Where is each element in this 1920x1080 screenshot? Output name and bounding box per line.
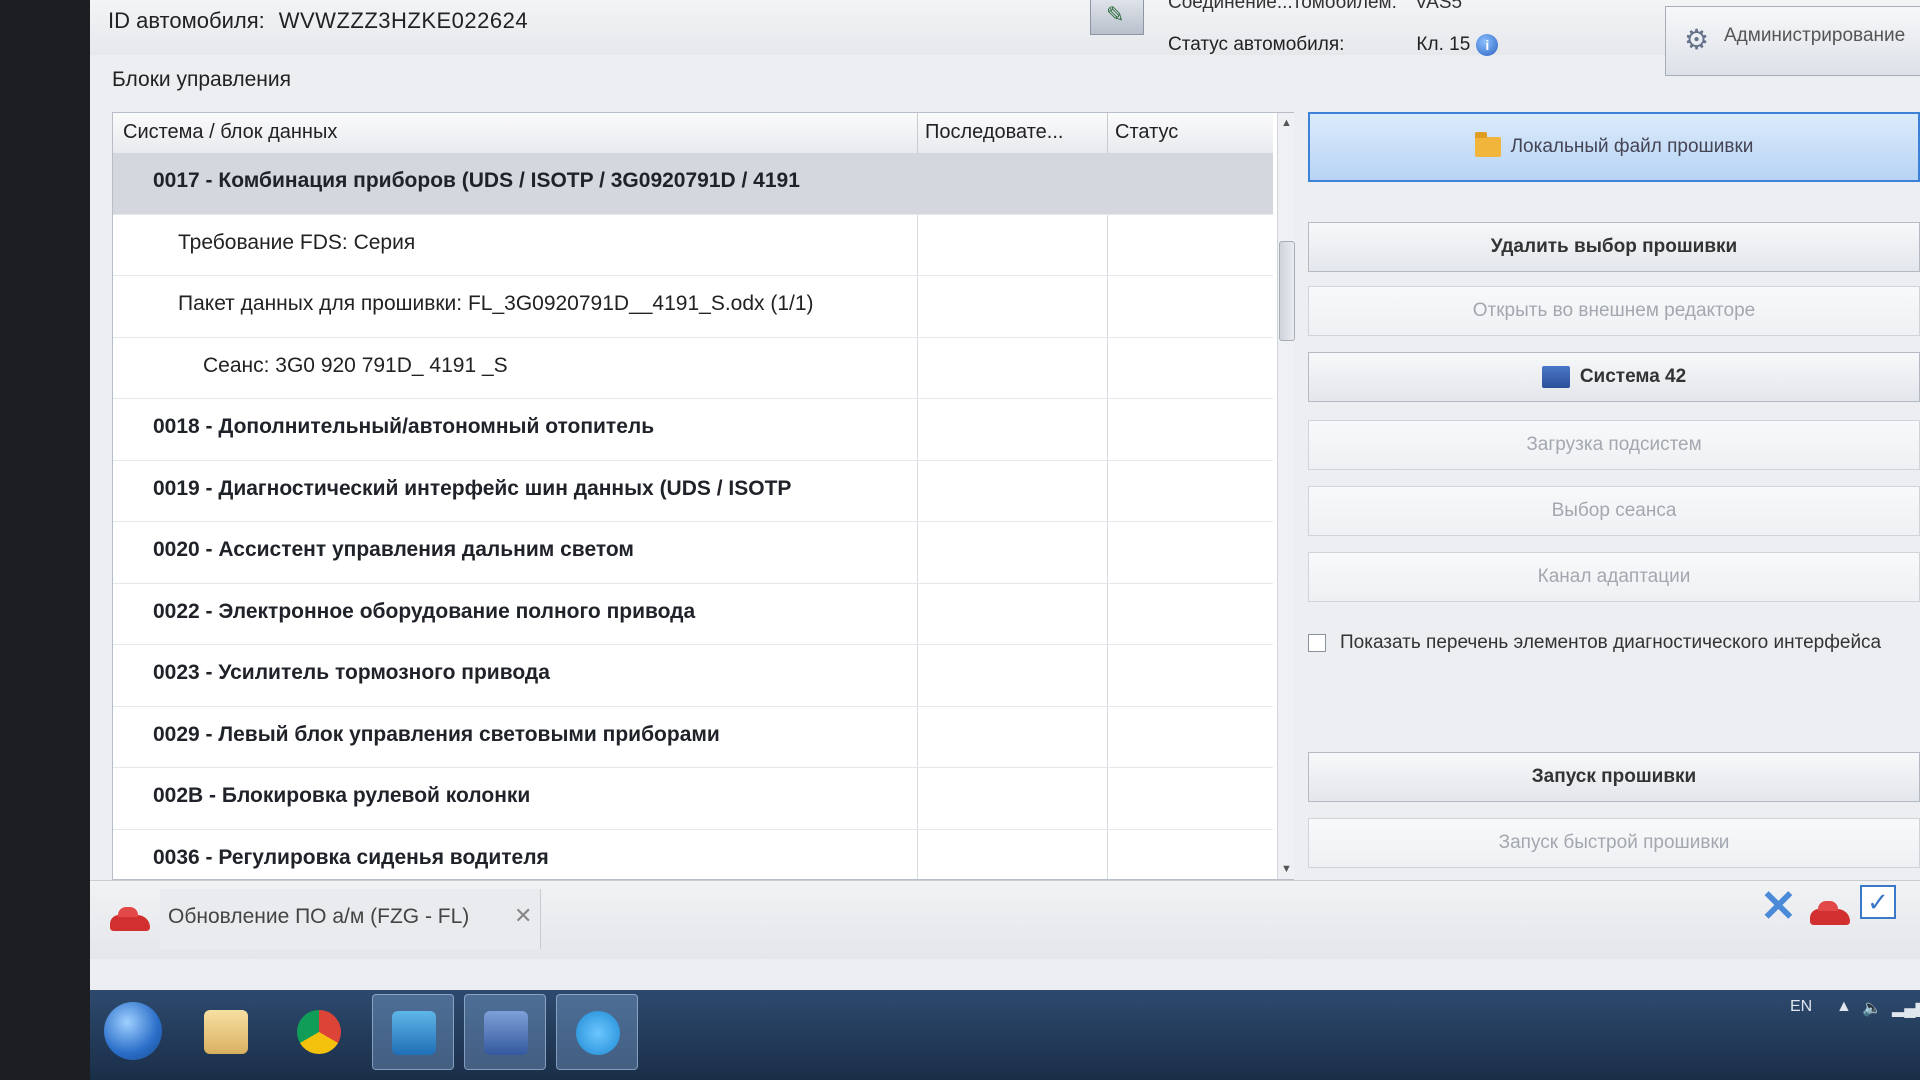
column-divider xyxy=(917,113,918,153)
show-elements-label: Показать перечень элементов диагностичес… xyxy=(1340,632,1882,653)
row-label: 0029 - Левый блок управления световыми п… xyxy=(153,722,720,746)
taskbar-floppy[interactable] xyxy=(464,994,546,1070)
vehicle-id: ID автомобиля: WVWZZZ3HZKE022624 xyxy=(108,8,528,34)
cancel-tool-icon[interactable]: ✕ xyxy=(1760,881,1797,932)
column-header-status[interactable]: Статус xyxy=(1115,121,1265,144)
row-label: 0017 - Комбинация приборов (UDS / ISOTP … xyxy=(153,169,800,192)
edit-button[interactable]: ✎ xyxy=(1090,0,1144,35)
system42-label: Система 42 xyxy=(1579,366,1687,387)
table-row[interactable]: Пакет данных для прошивки: FL_3G0920791D… xyxy=(113,276,1273,338)
vehicle-status: Статус автомобиля: Кл. 15 i xyxy=(1168,34,1499,56)
adaptation-channel-label: Канал адаптации xyxy=(1537,566,1691,587)
start-flash-label: Запуск прошивки xyxy=(1531,766,1697,787)
administration-label: Администрирование xyxy=(1724,25,1906,46)
start-button-icon[interactable] xyxy=(104,1002,162,1060)
app-window: ID автомобиля: WVWZZZ3HZKE022624 ✎ Соедин… xyxy=(90,0,1920,1080)
status-label: Статус автомобиля: xyxy=(1168,34,1345,56)
table-row[interactable]: Требование FDS: Серия xyxy=(113,215,1273,276)
flash-update-tab-label: Обновление ПО а/м (FZG - FL) xyxy=(168,905,470,928)
scroll-thumb[interactable] xyxy=(1279,241,1295,341)
start-quick-flash-label: Запуск быстрой прошивки xyxy=(1498,832,1730,853)
row-label: 0020 - Ассистент управления дальним свет… xyxy=(153,538,634,561)
row-label: Сеанс: 3G0 920 791D_ 4191 _S xyxy=(203,353,508,377)
row-label: 002B - Блокировка рулевой колонки xyxy=(153,784,531,807)
column-header-system[interactable]: Система / блок данных xyxy=(123,121,763,144)
column-divider xyxy=(1107,113,1108,153)
select-session-button[interactable]: Выбор сеанса xyxy=(1308,486,1920,536)
table-row[interactable]: 0020 - Ассистент управления дальним свет… xyxy=(113,522,1273,584)
tray-expand-icon[interactable]: ▲ xyxy=(1836,998,1852,1016)
delete-selection-label: Удалить выбор прошивки xyxy=(1490,236,1738,257)
show-elements-checkbox[interactable] xyxy=(1308,633,1326,652)
table-row[interactable]: 0036 - Регулировка сиденья водителя xyxy=(113,830,1273,880)
vehicle-id-value: WVWZZZ3HZKE022624 xyxy=(278,8,529,33)
vehicle-id-label: ID автомобиля: xyxy=(108,8,265,33)
local-file-label: Локальный файл прошивки xyxy=(1510,136,1754,157)
status-value: Кл. 15 xyxy=(1416,34,1471,56)
table-row[interactable]: 0017 - Комбинация приборов (UDS / ISOTP … xyxy=(113,153,1273,215)
connection-label: Соединение...томобилем: xyxy=(1168,0,1397,13)
row-label: 0023 - Усилитель тормозного привода xyxy=(153,661,550,684)
row-label: Требование FDS: Серия xyxy=(178,230,416,254)
windows-taskbar: EN ▲ 🔈 ▂▄▆ xyxy=(90,990,1920,1080)
connection-value: VAS5 xyxy=(1414,0,1463,13)
info-icon[interactable]: i xyxy=(1476,34,1499,56)
table-row[interactable]: 0018 - Дополнительный/автономный отопите… xyxy=(113,399,1273,461)
folder-icon xyxy=(1474,131,1501,157)
table-row[interactable]: 002B - Блокировка рулевой колонки xyxy=(113,768,1273,830)
row-label: 0018 - Дополнительный/автономный отопите… xyxy=(153,415,655,438)
telegram-icon xyxy=(576,1011,620,1055)
table-row[interactable]: 0023 - Усилитель тормозного привода xyxy=(113,645,1273,707)
adaptation-channel-button[interactable]: Канал адаптации xyxy=(1308,552,1920,602)
system42-button[interactable]: Система 42 xyxy=(1308,352,1920,402)
show-elements-option[interactable]: Показать перечень элементов диагностичес… xyxy=(1308,632,1881,654)
row-label: 0022 - Электронное оборудование полного … xyxy=(153,599,696,623)
header-bar: ID автомобиля: WVWZZZ3HZKE022624 ✎ Соедин… xyxy=(90,0,1920,56)
section-title: Блоки управления xyxy=(112,68,292,91)
table-row[interactable]: 0019 - Диагностический интерфейс шин дан… xyxy=(113,461,1273,522)
row-label: 0036 - Регулировка сиденья водителя xyxy=(153,845,549,869)
connection-info: Соединение...томобилем: VAS5 xyxy=(1168,0,1462,14)
volume-icon[interactable]: 🔈 xyxy=(1862,998,1882,1018)
chrome-icon xyxy=(297,1010,341,1054)
table-row[interactable]: 0029 - Левый блок управления световыми п… xyxy=(113,707,1273,768)
row-label: Пакет данных для прошивки: FL_3G0920791D… xyxy=(178,292,814,315)
delete-selection-button[interactable]: Удалить выбор прошивки xyxy=(1308,222,1920,272)
taskbar-explorer[interactable] xyxy=(185,994,267,1070)
list-scrollbar[interactable]: ▲ ▼ xyxy=(1277,113,1295,879)
taskbar-chrome[interactable] xyxy=(278,994,360,1070)
taskbar-telegram[interactable] xyxy=(556,994,638,1070)
row-label: 0019 - Диагностический интерфейс шин дан… xyxy=(153,476,792,500)
open-external-editor-button[interactable]: Открыть во внешнем редакторе xyxy=(1308,286,1920,336)
close-icon[interactable]: ✕ xyxy=(514,903,532,929)
scroll-down-icon[interactable]: ▼ xyxy=(1281,863,1292,875)
open-external-label: Открыть во внешнем редакторе xyxy=(1472,300,1756,321)
floppy-icon xyxy=(484,1011,528,1055)
load-subsystems-button[interactable]: Загрузка подсистем xyxy=(1308,420,1920,470)
language-indicator[interactable]: EN xyxy=(1790,998,1812,1016)
pencil-icon: ✎ xyxy=(1106,2,1125,27)
load-subsystems-label: Загрузка подсистем xyxy=(1526,434,1702,455)
table-row[interactable]: 0022 - Электронное оборудование полного … xyxy=(113,584,1273,645)
scroll-up-icon[interactable]: ▲ xyxy=(1281,117,1292,129)
bottom-status-bar: Обновление ПО а/м (FZG - FL) ✕ ✕ ✓ xyxy=(90,880,1920,959)
signal-icon[interactable]: ▂▄▆ xyxy=(1892,998,1920,1018)
gear-icon: ⚙ xyxy=(1684,24,1710,55)
select-session-label: Выбор сеанса xyxy=(1551,500,1677,521)
list-rows: 0017 - Комбинация приборов (UDS / ISOTP … xyxy=(113,153,1273,879)
start-flash-button[interactable]: Запуск прошивки xyxy=(1308,752,1920,802)
flash-update-tab[interactable]: Обновление ПО а/м (FZG - FL) ✕ xyxy=(160,889,541,949)
administration-button[interactable]: ⚙ Администрирование xyxy=(1665,6,1920,76)
checklist-icon[interactable]: ✓ xyxy=(1860,885,1896,919)
system-icon xyxy=(1541,365,1570,388)
list-header: Система / блок данных Последовате... Ста… xyxy=(113,113,1273,154)
control-units-list: Система / блок данных Последовате... Ста… xyxy=(112,112,1295,880)
folder-icon xyxy=(204,1010,248,1054)
local-file-button[interactable]: Локальный файл прошивки xyxy=(1308,112,1920,182)
table-row[interactable]: Сеанс: 3G0 920 791D_ 4191 _S xyxy=(113,338,1273,399)
diagnostic-app-icon xyxy=(392,1011,436,1055)
start-quick-flash-button[interactable]: Запуск быстрой прошивки xyxy=(1308,818,1920,868)
column-header-sequence[interactable]: Последовате... xyxy=(925,121,1103,144)
taskbar-odis[interactable] xyxy=(372,994,454,1070)
